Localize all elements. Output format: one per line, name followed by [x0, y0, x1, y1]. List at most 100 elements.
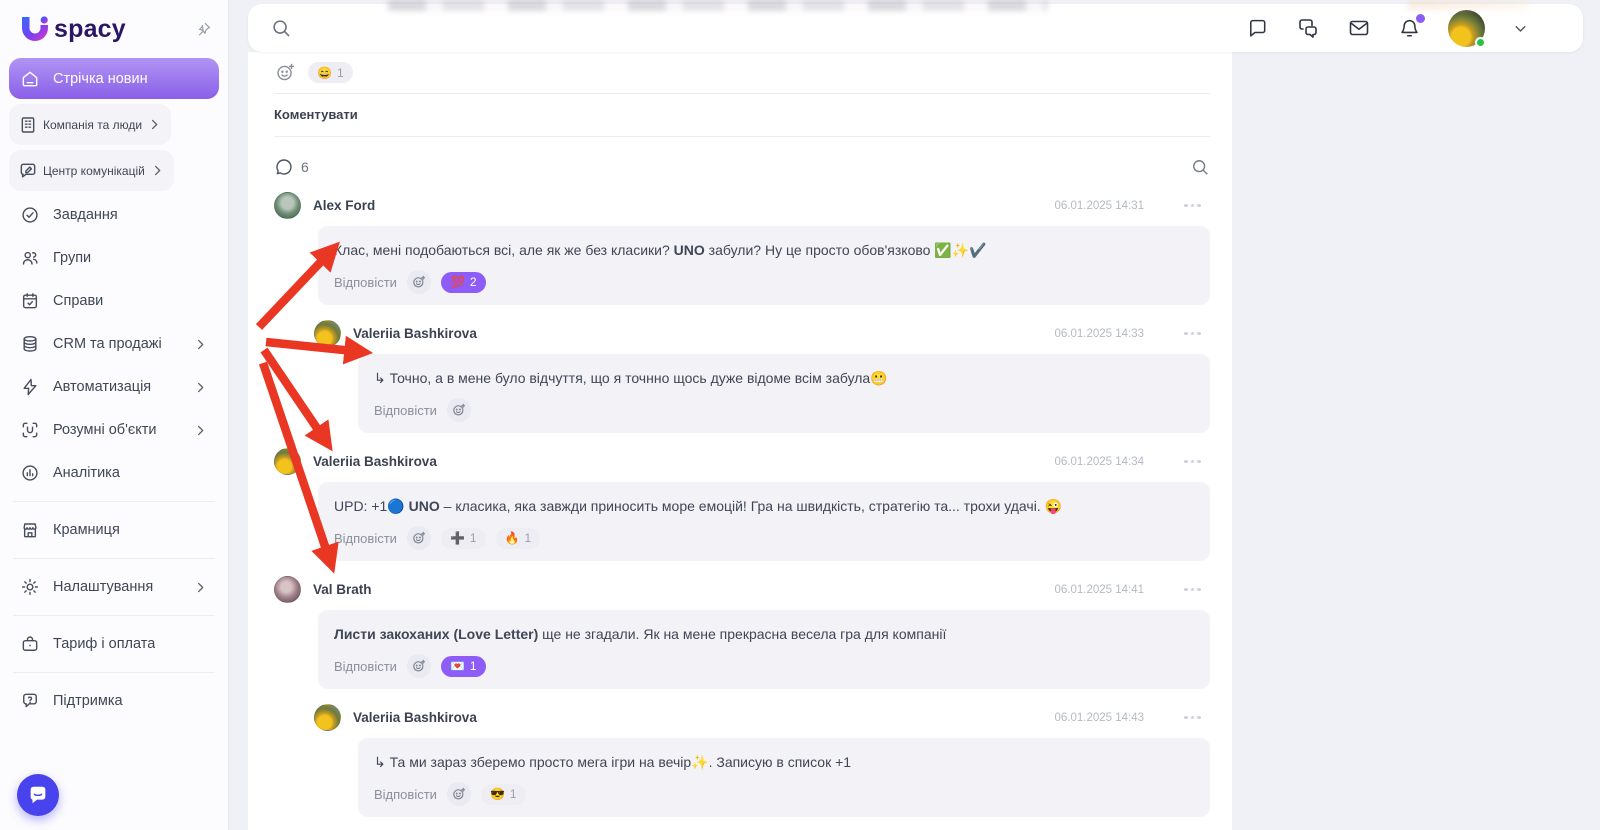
comment-text: UPD: +1🔵 UNO – класика, яка завжди прино… — [334, 498, 1063, 514]
sidebar: spacy Стрічка новин Компанія та люди Центр… — [0, 0, 228, 830]
groups-icon — [20, 248, 40, 268]
sidebar-item-smart-objects[interactable]: Розумні об'єкти — [9, 411, 219, 449]
sidebar-item-tasks[interactable]: Завдання — [9, 196, 219, 234]
comment: Valeriia Bashkirova 06.01.2025 14:33 ↳ Точ… — [274, 320, 1210, 433]
reaction-pill[interactable]: ➕ 1 — [440, 527, 486, 549]
divider — [274, 136, 1210, 137]
reply-button[interactable]: Відповісти — [374, 403, 437, 418]
sidebar-item-comm-center[interactable]: Центр комунікацій — [9, 150, 174, 191]
reaction-count: 1 — [469, 531, 477, 545]
comment-author: Val Brath — [313, 582, 372, 597]
comment-actions: Відповісти 💌 1 — [334, 654, 1194, 678]
smiley-plus-icon[interactable] — [406, 654, 431, 678]
reaction-pill[interactable]: 💌 1 — [440, 655, 486, 677]
smiley-plus-icon[interactable] — [274, 61, 297, 84]
pin-icon[interactable] — [195, 21, 212, 38]
reaction-emoji: 💌 — [449, 659, 465, 673]
header-icon-group — [1246, 9, 1529, 48]
sidebar-item-label: Стрічка новин — [53, 70, 148, 87]
more-options-icon[interactable] — [1184, 459, 1210, 464]
comment-bubble: Листи закоханих (Love Letter) ще не згад… — [318, 610, 1210, 689]
home-icon — [20, 69, 40, 89]
sidebar-item-activities[interactable]: Справи — [9, 282, 219, 320]
comment-bubble: ↳ Точно, а в мене було відчуття, що я то… — [358, 354, 1210, 433]
sidebar-item-settings[interactable]: Налаштування — [9, 568, 219, 606]
support-chat-fab[interactable] — [17, 774, 59, 816]
smiley-plus-icon[interactable] — [406, 270, 431, 294]
uspacy-logo-icon — [18, 13, 52, 45]
comment: Alex Ford 06.01.2025 14:31 Клас, мені подо… — [274, 192, 1210, 305]
crm-icon — [20, 334, 40, 354]
sidebar-item-analytics[interactable]: Аналітика — [9, 454, 219, 492]
sidebar-item-label: Розумні об'єкти — [53, 422, 157, 438]
reaction-count: 1 — [469, 659, 477, 673]
chevron-down-icon[interactable] — [1512, 20, 1529, 37]
sidebar-item-company-people[interactable]: Компанія та люди — [9, 104, 172, 145]
billing-icon — [20, 634, 40, 654]
comment-button[interactable]: Коментувати — [274, 94, 358, 136]
post-reaction-pill[interactable]: 😄 1 — [308, 62, 353, 83]
comment-text: ↳ Та ми зараз зберемо просто мега ігри н… — [374, 754, 852, 770]
user-avatar[interactable] — [1448, 9, 1486, 48]
reaction-count: 1 — [336, 65, 344, 80]
shop-icon — [20, 520, 40, 540]
comments-list: Alex Ford 06.01.2025 14:31 Клас, мені подо… — [274, 192, 1210, 830]
reply-button[interactable]: Відповісти — [334, 531, 397, 546]
reaction-pill[interactable]: 💯 2 — [440, 271, 486, 293]
mail-icon[interactable] — [1347, 16, 1371, 40]
comment-header: Valeriia Bashkirova 06.01.2025 14:34 — [274, 448, 1210, 475]
sidebar-item-automation[interactable]: Автоматизація — [9, 368, 219, 406]
comment-actions: Відповісти 💯 2 — [334, 270, 1194, 294]
comment-author: Valeriia Bashkirova — [353, 710, 477, 725]
blurred-region — [388, 0, 1048, 11]
reaction-pill[interactable]: 🔥 1 — [495, 527, 541, 549]
reaction-emoji: 🔥 — [504, 531, 520, 545]
reaction-pill[interactable]: 😎 1 — [480, 783, 526, 805]
sidebar-item-marketplace[interactable]: Крамниця — [9, 511, 219, 549]
sidebar-item-label: Аналітика — [53, 465, 120, 481]
comment-avatar[interactable] — [274, 576, 301, 603]
comment: Valeriia Bashkirova 06.01.2025 14:34 UPD: … — [274, 448, 1210, 561]
chat-icon[interactable] — [1246, 17, 1269, 40]
comment-author: Valeriia Bashkirova — [313, 454, 437, 469]
more-options-icon[interactable] — [1184, 203, 1210, 208]
more-options-icon[interactable] — [1184, 587, 1210, 592]
task-icon — [20, 205, 40, 225]
sidebar-item-billing[interactable]: Тариф і оплата — [9, 625, 219, 663]
chats-icon[interactable] — [1296, 16, 1320, 40]
analytics-icon — [20, 463, 40, 483]
comment-avatar[interactable] — [314, 320, 341, 347]
search-icon[interactable] — [270, 17, 292, 39]
post-card: 😄 1 Коментувати 6 Alex Ford 06.01.2025 14… — [248, 52, 1232, 830]
smiley-plus-icon[interactable] — [406, 526, 431, 550]
sidebar-nav: Стрічка новин Компанія та люди Центр комун… — [0, 52, 228, 720]
comment-count: 6 — [301, 159, 309, 175]
sidebar-divider — [13, 501, 215, 502]
smart-icon — [20, 420, 40, 440]
sidebar-item-crm-sales[interactable]: CRM та продажі — [9, 325, 219, 363]
sidebar-item-support[interactable]: Підтримка — [9, 682, 219, 720]
comment-actions: Відповісти 😎 1 — [374, 782, 1194, 806]
more-options-icon[interactable] — [1184, 331, 1210, 336]
bell-icon[interactable] — [1398, 13, 1425, 40]
more-options-icon[interactable] — [1184, 715, 1210, 720]
reaction-emoji: 😎 — [489, 787, 505, 801]
comment-header: Valeriia Bashkirova 06.01.2025 14:43 — [314, 704, 1210, 731]
chevron-right-icon — [147, 117, 162, 132]
sidebar-item-news-feed[interactable]: Стрічка новин — [9, 58, 219, 99]
comment-header: Valeriia Bashkirova 06.01.2025 14:33 — [314, 320, 1210, 347]
reply-button[interactable]: Відповісти — [334, 659, 397, 674]
smiley-plus-icon[interactable] — [446, 782, 471, 806]
blurred-region-2 — [1408, 0, 1528, 10]
comment-avatar[interactable] — [274, 448, 301, 475]
comment-avatar[interactable] — [314, 704, 341, 731]
comment-avatar[interactable] — [274, 192, 301, 219]
comments-search-icon[interactable] — [1190, 157, 1210, 177]
sidebar-item-groups[interactable]: Групи — [9, 239, 219, 277]
comm-icon — [18, 161, 38, 181]
smiley-plus-icon[interactable] — [446, 398, 471, 422]
chevron-right-icon — [150, 163, 165, 178]
reply-button[interactable]: Відповісти — [334, 275, 397, 290]
logo-row: spacy — [0, 0, 228, 52]
reply-button[interactable]: Відповісти — [374, 787, 437, 802]
